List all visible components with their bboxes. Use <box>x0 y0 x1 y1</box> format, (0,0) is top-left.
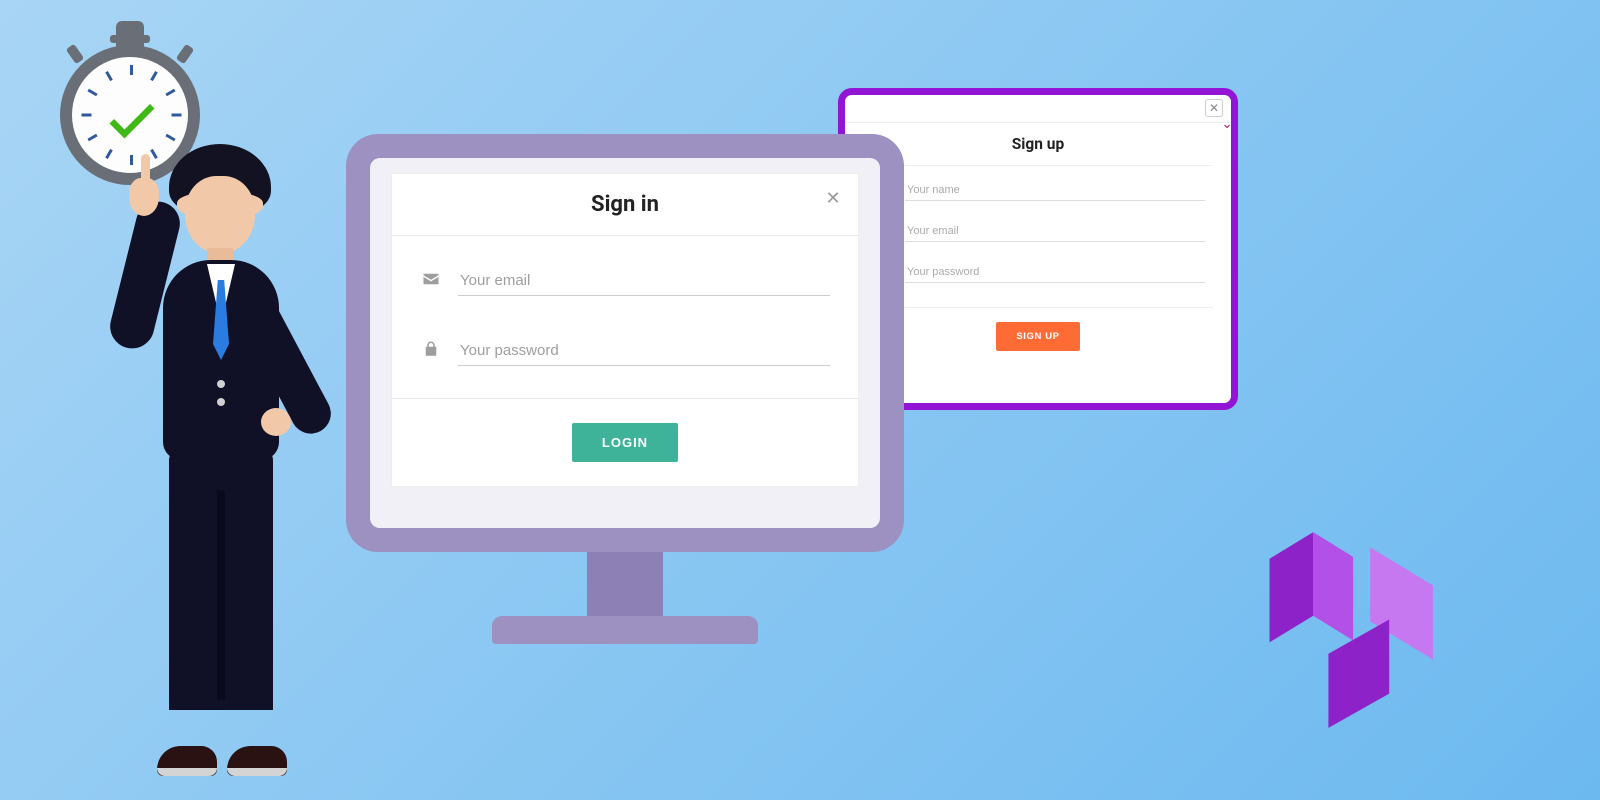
name-field-row <box>871 180 1205 201</box>
tab-close-button[interactable]: ✕ <box>1205 99 1223 117</box>
signin-header: Sign in ✕ <box>392 174 858 236</box>
signin-email-input[interactable] <box>458 266 830 296</box>
envelope-icon <box>420 270 442 292</box>
signup-email-input[interactable] <box>905 221 1205 242</box>
chevron-down-icon[interactable]: ⌄ <box>1221 116 1233 132</box>
monitor-illustration: Sign in ✕ <box>346 134 904 682</box>
signin-modal: Sign in ✕ <box>392 174 858 486</box>
login-button[interactable]: LOGIN <box>572 423 678 462</box>
password-field-row <box>871 262 1205 283</box>
signup-password-input[interactable] <box>905 262 1205 283</box>
close-button[interactable]: ✕ <box>822 188 844 210</box>
password-field-row <box>420 336 830 366</box>
email-field-row <box>420 266 830 296</box>
lock-icon <box>420 340 442 362</box>
signin-password-input[interactable] <box>458 336 830 366</box>
signup-title: Sign up <box>863 123 1213 166</box>
signin-title: Sign in <box>591 192 659 217</box>
signup-name-input[interactable] <box>905 180 1205 201</box>
brand-logo <box>1260 520 1450 740</box>
email-field-row <box>871 221 1205 242</box>
browser-tabbar: ✕ ⌄ <box>845 95 1231 123</box>
signup-button[interactable]: SIGN UP <box>996 322 1079 351</box>
person-illustration <box>105 140 325 780</box>
